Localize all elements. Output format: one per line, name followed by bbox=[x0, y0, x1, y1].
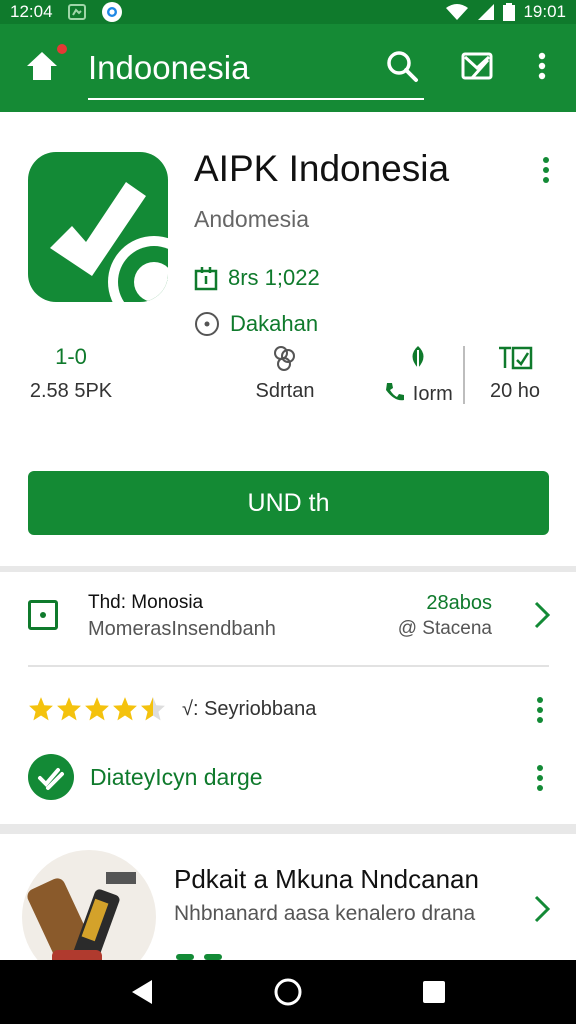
recents-icon[interactable] bbox=[418, 976, 450, 1008]
feature-icon bbox=[28, 754, 74, 800]
stat-tag-label: 20 ho bbox=[489, 380, 541, 402]
navigation-bar bbox=[0, 960, 576, 1024]
section-separator-2 bbox=[0, 824, 576, 834]
info-square-icon bbox=[28, 600, 58, 630]
recycle-icon bbox=[67, 4, 86, 20]
category-row: Dakahan bbox=[194, 308, 318, 340]
clock-icon bbox=[195, 312, 219, 336]
install-button[interactable]: UND th bbox=[28, 471, 549, 535]
app-bar: Indoonesia bbox=[0, 24, 576, 112]
chevron-right-icon[interactable] bbox=[532, 894, 552, 924]
settings-icon bbox=[274, 346, 295, 371]
stat-form: Iorm bbox=[378, 344, 458, 406]
wifi-icon bbox=[446, 4, 469, 20]
chevron-right-icon[interactable] bbox=[532, 600, 552, 630]
promo-title: Pdkait a Mkuna Nndcanan bbox=[174, 864, 479, 894]
app-menu-icon[interactable] bbox=[532, 152, 560, 188]
leaf-icon bbox=[412, 346, 424, 371]
calendar-icon bbox=[194, 267, 218, 291]
search-field[interactable]: Indoonesia bbox=[88, 40, 424, 100]
check-badge-icon bbox=[38, 768, 64, 790]
app-icon bbox=[28, 152, 168, 302]
star-icon bbox=[85, 697, 109, 721]
stat-settings: Sdrtan bbox=[245, 344, 325, 403]
back-icon[interactable] bbox=[126, 976, 158, 1008]
app-title: AIPK Indonesia bbox=[194, 148, 450, 189]
screen: 12:04 19:01 Indoonesia AIPK Indonesia An… bbox=[0, 0, 576, 1024]
half-star-icon bbox=[141, 697, 165, 721]
search-field-text: Indoonesia bbox=[88, 49, 250, 86]
phone-icon bbox=[386, 383, 405, 401]
release-info: 8rs 1;022 bbox=[228, 265, 320, 290]
stat-divider bbox=[463, 346, 465, 404]
overflow-menu-icon[interactable] bbox=[526, 48, 558, 84]
search-icon[interactable] bbox=[384, 48, 420, 84]
stat-downloads-label: 2.58 5PK bbox=[29, 380, 113, 402]
release-info-row: 8rs 1;022 bbox=[194, 262, 320, 294]
chrome-icon bbox=[101, 2, 122, 22]
stat-settings-label: Sdrtan bbox=[255, 380, 315, 402]
home-icon[interactable] bbox=[24, 48, 60, 84]
notification-badge bbox=[55, 42, 69, 56]
star-icon bbox=[113, 697, 137, 721]
divider bbox=[28, 665, 549, 667]
app-developer[interactable]: Andomesia bbox=[194, 206, 309, 233]
stat-downloads-value: 1-0 bbox=[55, 344, 87, 369]
star-icon bbox=[29, 697, 53, 721]
rating-label: √: Seyriobbana bbox=[182, 698, 317, 720]
status-bar: 12:04 19:01 bbox=[0, 0, 576, 24]
section-separator bbox=[0, 566, 576, 572]
info-link[interactable]: @ Stacena bbox=[380, 618, 492, 640]
status-time-left: 12:04 bbox=[10, 2, 53, 21]
feature-menu-icon[interactable] bbox=[530, 762, 550, 794]
info-row[interactable]: Thd: Monosia MomerasInsendbanh 28abos @ … bbox=[0, 588, 576, 648]
checkmark-icon bbox=[50, 182, 168, 302]
promo-row[interactable]: Pdkait a Mkuna Nndcanan Nhbnanard aasa k… bbox=[0, 838, 576, 984]
stat-form-label: Iorm bbox=[412, 383, 453, 405]
stat-tag: 20 ho bbox=[480, 344, 550, 403]
category-label: Dakahan bbox=[230, 311, 319, 336]
feature-row[interactable]: DiateyIcyn darge bbox=[0, 750, 576, 806]
info-subtitle: MomerasInsendbanh bbox=[88, 618, 276, 640]
info-title: Thd: Monosia bbox=[88, 592, 204, 613]
home-circle-icon[interactable] bbox=[272, 976, 304, 1008]
tag-icon bbox=[499, 346, 533, 370]
promo-subtitle: Nhbnanard aasa kenalero drana bbox=[174, 902, 476, 925]
rating-menu-icon[interactable] bbox=[530, 694, 550, 726]
stat-downloads: 1-0 2.58 5PK bbox=[26, 344, 116, 403]
feature-text: DiateyIcyn darge bbox=[90, 764, 263, 790]
signal-icon bbox=[478, 4, 495, 20]
info-count: 28abos bbox=[426, 592, 492, 614]
rating-row: √: Seyriobbana bbox=[0, 688, 576, 732]
battery-icon bbox=[503, 3, 516, 21]
share-icon[interactable] bbox=[460, 48, 496, 84]
star-icon bbox=[57, 697, 81, 721]
rating-stars bbox=[28, 696, 166, 722]
status-time-right: 19:01 bbox=[523, 2, 566, 21]
